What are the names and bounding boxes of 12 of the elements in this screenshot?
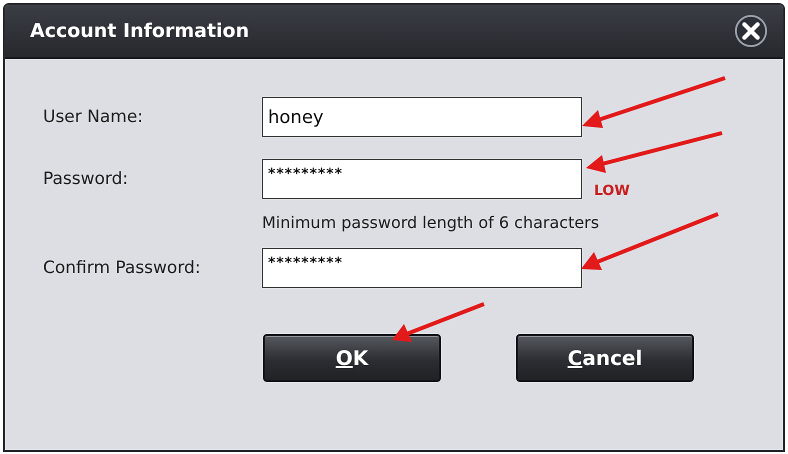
field-label: Confirm Password: [43,258,202,278]
dialog-button[interactable]: OK [263,334,441,382]
strength-label: LOW [593,183,631,199]
field-label: Password: [43,169,130,189]
close-icon[interactable] [734,14,768,48]
password-field[interactable]: ********* [262,159,582,199]
field-label: User Name: [43,107,144,127]
dialog-button[interactable]: Cancel [516,334,694,382]
window-title: Account Information [30,20,250,42]
input-field[interactable]: honey [262,97,582,137]
password-field[interactable]: ********* [262,248,582,288]
hint-text: Minimum password length of 6 characters [262,213,600,232]
